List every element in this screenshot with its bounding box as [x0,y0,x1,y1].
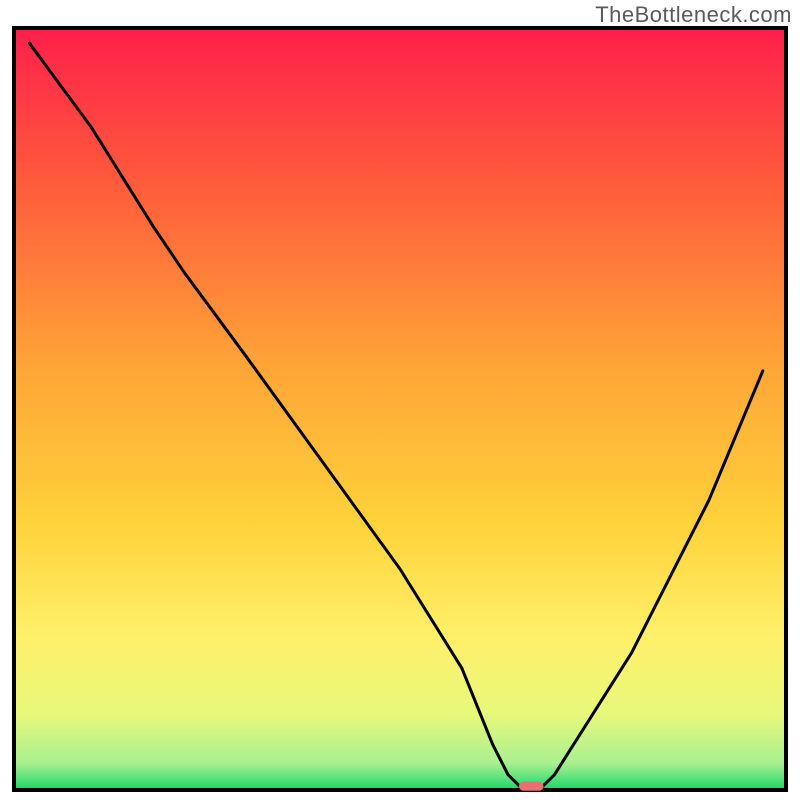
bottleneck-chart [0,0,800,800]
optimum-marker [519,782,544,791]
chart-container: TheBottleneck.com [0,0,800,800]
plot-background [14,28,786,790]
watermark-text: TheBottleneck.com [595,2,792,28]
